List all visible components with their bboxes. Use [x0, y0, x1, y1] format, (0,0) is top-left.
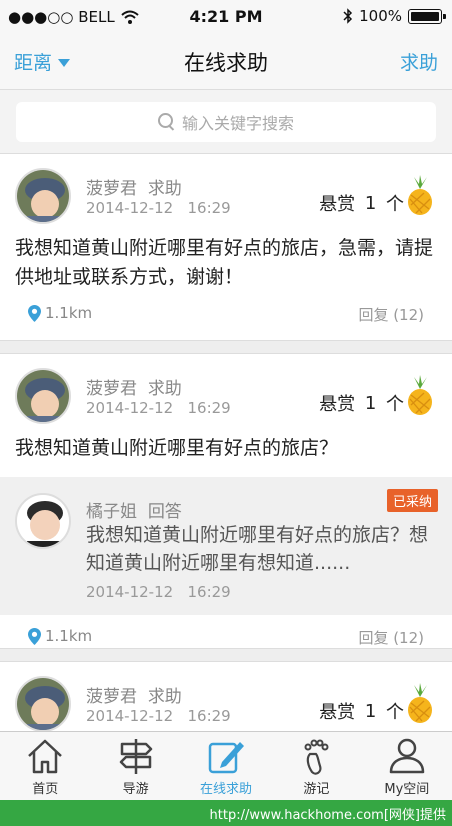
tab-label: My空间: [384, 782, 430, 797]
post-time: 16:29: [187, 399, 231, 417]
user-icon: [389, 738, 425, 774]
child-avatar-icon: [17, 370, 69, 422]
reward-count: 1: [364, 192, 377, 214]
answer-action: 回答: [147, 502, 182, 522]
avatar[interactable]: [15, 493, 71, 549]
post-date: 2014-12-12: [86, 199, 174, 217]
username[interactable]: 菠萝君: [86, 379, 137, 399]
post-user: 菠萝君 求助: [86, 374, 182, 399]
signpost-icon: [119, 739, 152, 774]
username[interactable]: 菠萝君: [86, 179, 137, 199]
tab-label: 导游: [122, 782, 149, 797]
reward-count: 1: [364, 700, 377, 722]
reward-count: 1: [364, 392, 377, 414]
reward: 悬赏 1 个: [319, 175, 434, 216]
footprint-icon: [304, 739, 329, 775]
answer-date: 2014-12-12: [86, 583, 174, 601]
post-datetime: 2014-12-12 16:29: [86, 399, 231, 417]
post-header: 菠萝君 求助 2014-12-12 16:29 悬赏 1 个: [0, 662, 452, 734]
page-title: 在线求助: [184, 51, 268, 75]
search-icon: [157, 113, 176, 131]
post-user: 菠萝君 求助: [86, 682, 182, 707]
post-action: 求助: [147, 379, 182, 399]
avatar[interactable]: [15, 168, 71, 224]
distance: 1.1km: [28, 304, 92, 322]
reward-label: 悬赏: [319, 194, 356, 215]
help-feed: 菠萝君 求助 2014-12-12 16:29 悬赏 1 个 我想知道黄山附近哪…: [0, 154, 452, 752]
tab-guide[interactable]: 导游: [90, 732, 180, 800]
nav-bar: 距离 在线求助 求助: [0, 34, 452, 90]
tab-home[interactable]: 首页: [0, 732, 90, 800]
question-text[interactable]: 我想知道黄山附近哪里有好点的旅店，急需，请提供地址或联系方式，谢谢！: [0, 226, 452, 292]
reply-button[interactable]: 回复 (12): [358, 304, 424, 325]
tab-online-help[interactable]: 在线求助: [181, 732, 271, 800]
location-pin-icon: [28, 304, 41, 322]
reward-unit: 个: [386, 394, 404, 415]
adopted-answer[interactable]: 橘子姐 回答 已采纳 我想知道黄山附近哪里有好点的旅店？想知道黄山附近哪里有想知…: [0, 477, 452, 615]
tab-travelogue[interactable]: 游记: [271, 732, 361, 800]
tab-label: 首页: [32, 782, 59, 797]
post-time: 16:29: [187, 707, 231, 725]
edit-icon: [208, 742, 245, 774]
post-header: 菠萝君 求助 2014-12-12 16:29 悬赏 1 个: [0, 354, 452, 426]
adopted-badge: 已采纳: [386, 489, 438, 512]
reward: 悬赏 1 个: [319, 683, 434, 724]
child-avatar-icon: [17, 678, 69, 730]
distance-value: 1.1km: [45, 304, 93, 322]
post-date: 2014-12-12: [86, 707, 174, 725]
battery-percent: 100%: [359, 7, 402, 25]
child-avatar-icon: [17, 170, 69, 222]
post-time: 16:29: [187, 199, 231, 217]
reward-unit: 个: [386, 702, 404, 723]
divider: [0, 340, 452, 354]
username[interactable]: 菠萝君: [86, 687, 137, 707]
post-action: 求助: [147, 179, 182, 199]
tab-my-space[interactable]: My空间: [362, 732, 452, 800]
help-post[interactable]: 菠萝君 求助 2014-12-12 16:29 悬赏 1 个 我想知道黄山附近哪…: [0, 154, 452, 340]
distance: 1.1km: [28, 627, 92, 645]
home-icon: [28, 739, 63, 774]
search-input[interactable]: 输入关键字搜索: [16, 102, 436, 142]
answer-text: 我想知道黄山附近哪里有好点的旅店？想知道黄山附近哪里有想知道......: [86, 524, 429, 574]
question-text[interactable]: 我想知道黄山附近哪里有好点的旅店？: [0, 426, 452, 463]
post-datetime: 2014-12-12 16:29: [86, 199, 231, 217]
avatar[interactable]: [15, 368, 71, 424]
reply-button[interactable]: 回复 (12): [358, 627, 424, 648]
answer-datetime: 2014-12-12 16:29: [86, 583, 231, 601]
post-user: 菠萝君 求助: [86, 174, 182, 199]
reward: 悬赏 1 个: [319, 375, 434, 416]
pineapple-icon: [408, 175, 432, 215]
answer-time: 16:29: [187, 583, 231, 601]
username[interactable]: 橘子姐: [86, 502, 137, 522]
reward-label: 悬赏: [319, 394, 356, 415]
battery-icon: [408, 8, 446, 24]
bluetooth-icon: [343, 8, 353, 24]
app-screen: ●●●○○ BELL 4:21 PM 100% 距离 在线求助 求助 输入关键字…: [0, 0, 452, 800]
post-date: 2014-12-12: [86, 399, 174, 417]
search-bar: 输入关键字搜索: [0, 90, 452, 154]
tab-label: 在线求助: [200, 782, 253, 797]
ask-help-button[interactable]: 求助: [400, 48, 438, 75]
location-pin-icon: [28, 627, 41, 645]
post-datetime: 2014-12-12 16:29: [86, 707, 231, 725]
baby-avatar-icon: [17, 495, 69, 547]
status-right: 100%: [343, 7, 446, 25]
tab-bar: 首页 导游 在线求助 游记 My空间: [0, 731, 452, 800]
answer-user: 橘子姐 回答: [86, 497, 182, 522]
tab-label: 游记: [303, 782, 330, 797]
reward-label: 悬赏: [319, 702, 356, 723]
reward-unit: 个: [386, 194, 404, 215]
watermark: http://www.hackhome.com[网侠]提供: [0, 800, 452, 826]
distance-value: 1.1km: [45, 627, 93, 645]
post-action: 求助: [147, 687, 182, 707]
post-meta: 1.1km 回复 (12): [0, 292, 452, 336]
status-bar: ●●●○○ BELL 4:21 PM 100%: [0, 0, 452, 34]
post-meta: 1.1km 回复 (12): [0, 615, 452, 659]
pineapple-icon: [408, 375, 432, 415]
pineapple-icon: [408, 683, 432, 723]
post-header: 菠萝君 求助 2014-12-12 16:29 悬赏 1 个: [0, 154, 452, 226]
help-post[interactable]: 菠萝君 求助 2014-12-12 16:29 悬赏 1 个 我想知道黄山附近哪…: [0, 354, 452, 648]
search-placeholder: 输入关键字搜索: [181, 114, 294, 133]
avatar[interactable]: [15, 676, 71, 732]
